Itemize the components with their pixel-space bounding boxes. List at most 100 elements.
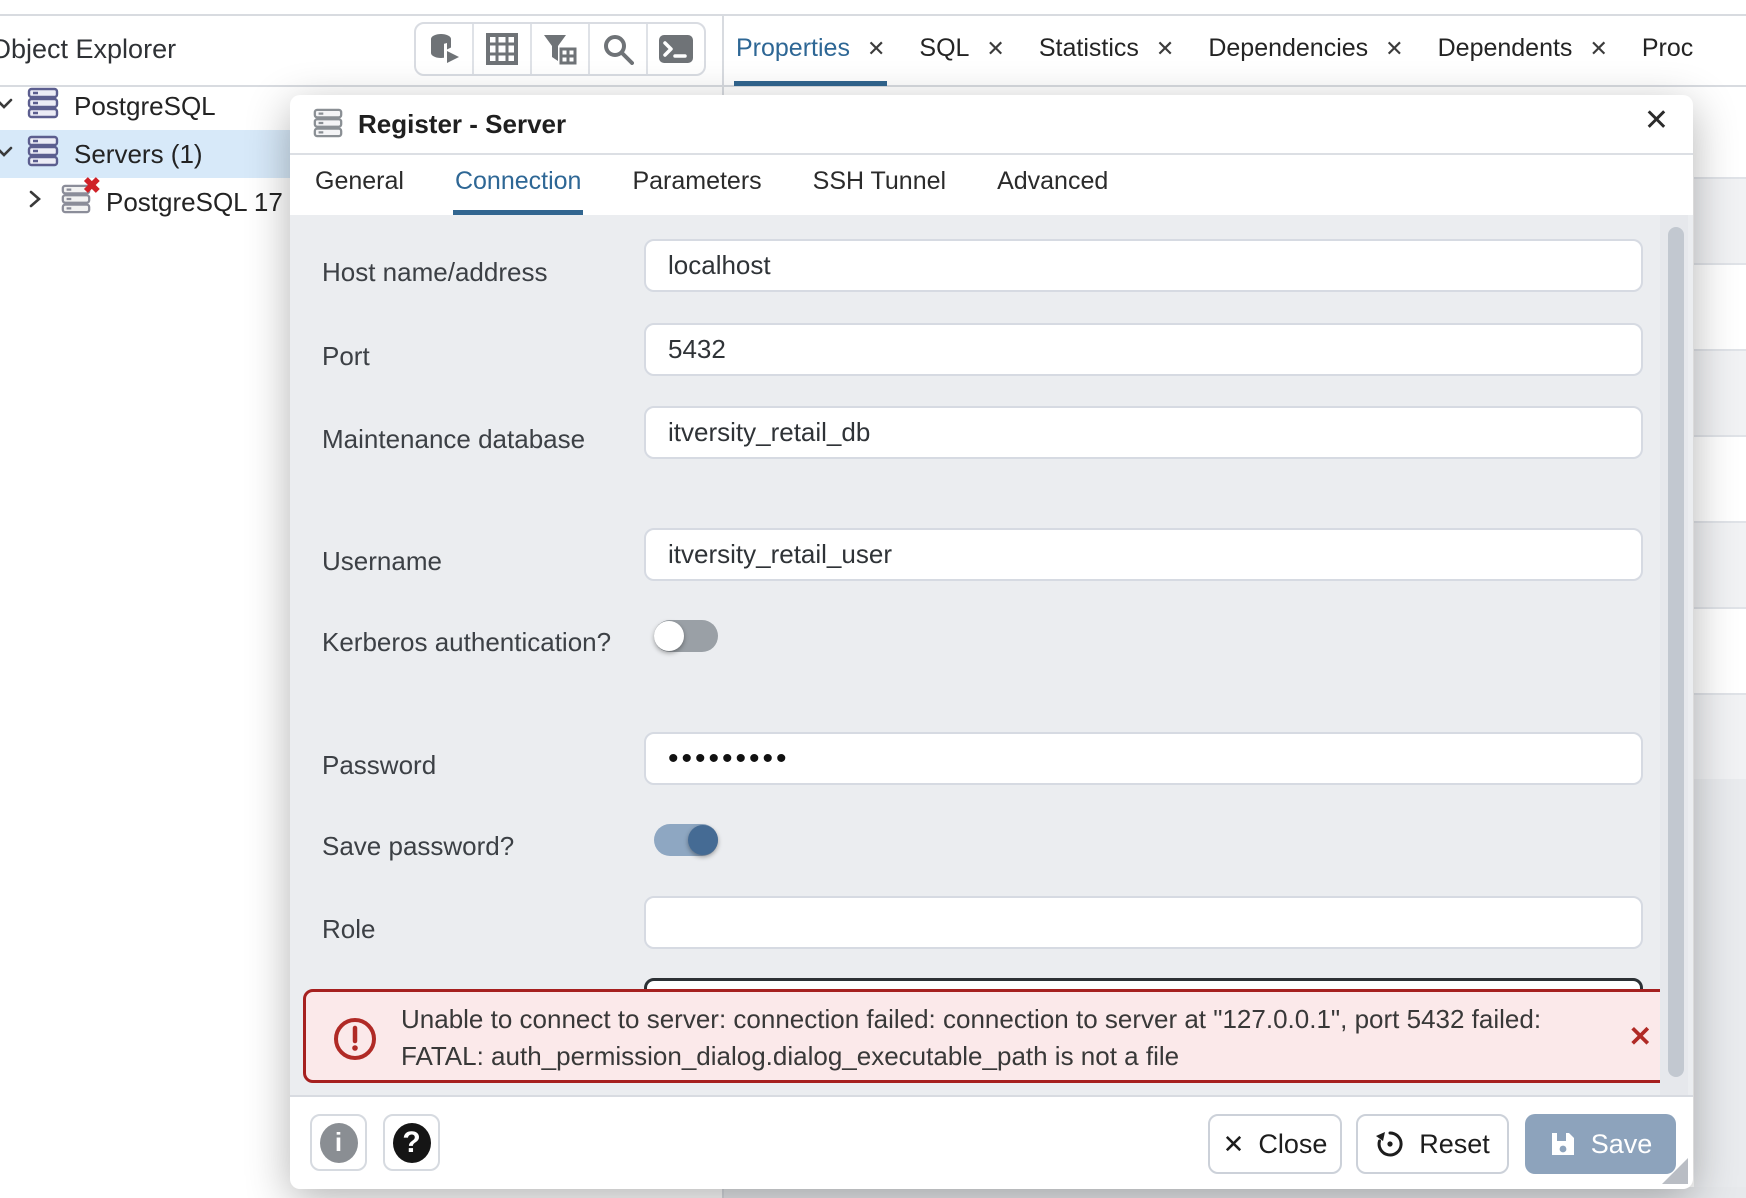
- error-message: Unable to connect to server: connection …: [401, 1001, 1541, 1075]
- dialog-tab-advanced[interactable]: Advanced: [995, 153, 1110, 215]
- dialog-header: Register - Server ✕: [290, 95, 1693, 155]
- object-explorer-title: Object Explorer: [0, 34, 176, 65]
- tree-item-label[interactable]: Servers (1): [74, 139, 203, 170]
- server-group-icon: [26, 134, 60, 175]
- tab-statistics[interactable]: Statistics ✕: [1037, 16, 1176, 86]
- search-button[interactable]: [588, 24, 646, 74]
- close-icon[interactable]: ✕: [1589, 36, 1607, 62]
- tab-label: Properties: [736, 34, 850, 63]
- dialog-title: Register - Server: [358, 109, 566, 140]
- tree-item-label[interactable]: PostgreSQL 17: [106, 187, 283, 218]
- dialog-close-icon[interactable]: ✕: [1644, 103, 1669, 138]
- reset-button-label: Reset: [1419, 1129, 1490, 1160]
- dialog-footer: i ? ✕ Close Reset Save: [290, 1095, 1693, 1189]
- save-button-label: Save: [1591, 1129, 1653, 1160]
- close-x-icon: ✕: [1223, 1129, 1245, 1160]
- password-label: Password: [322, 745, 632, 785]
- tab-label: Proc: [1642, 34, 1693, 63]
- save-button[interactable]: Save: [1525, 1114, 1676, 1174]
- server-icon: [312, 106, 344, 145]
- browser-toolbar: [414, 22, 706, 76]
- role-input[interactable]: [644, 896, 1643, 949]
- chevron-down-icon[interactable]: [0, 139, 16, 170]
- error-alert-icon: [332, 1016, 378, 1067]
- close-icon[interactable]: ✕: [1385, 36, 1403, 62]
- dialog-scrollbar-thumb[interactable]: [1668, 227, 1684, 1077]
- close-icon[interactable]: ✕: [867, 36, 885, 62]
- port-value: 5432: [668, 334, 726, 365]
- server-disconnected-icon: ✖: [60, 183, 92, 222]
- reset-icon: [1375, 1129, 1405, 1159]
- username-value: itversity_retail_user: [668, 539, 892, 570]
- toggle-knob: [688, 825, 718, 855]
- save-password-label: Save password?: [322, 826, 632, 866]
- close-icon[interactable]: ✕: [986, 36, 1004, 62]
- maintenance-db-value: itversity_retail_db: [668, 417, 870, 448]
- maintenance-db-input[interactable]: itversity_retail_db: [644, 406, 1643, 459]
- info-icon: i: [320, 1123, 358, 1163]
- tab-sql[interactable]: SQL ✕: [917, 16, 1006, 86]
- toggle-knob: [654, 621, 684, 651]
- reset-button[interactable]: Reset: [1356, 1114, 1509, 1174]
- close-icon[interactable]: ✕: [1156, 36, 1174, 62]
- dialog-tab-general[interactable]: General: [313, 153, 406, 215]
- main-tab-bar: Properties ✕ SQL ✕ Statistics ✕ Dependen…: [734, 16, 1746, 86]
- dialog-body: Host name/address localhost Port 5432 Ma…: [290, 215, 1693, 1095]
- dialog-tab-connection[interactable]: Connection: [453, 153, 583, 215]
- connection-error-banner: Unable to connect to server: connection …: [303, 989, 1685, 1083]
- port-label: Port: [322, 336, 632, 376]
- properties-panel-bg: [1694, 87, 1746, 1198]
- disconnected-x-badge: ✖: [83, 173, 101, 199]
- error-close-icon[interactable]: ✕: [1629, 1020, 1652, 1053]
- save-password-toggle[interactable]: [654, 824, 718, 856]
- port-input[interactable]: 5432: [644, 323, 1643, 376]
- password-value: •••••••••: [668, 742, 790, 776]
- tab-dependencies[interactable]: Dependencies ✕: [1206, 16, 1405, 86]
- tab-label: SQL: [919, 34, 969, 63]
- save-floppy-icon: [1549, 1130, 1577, 1158]
- chevron-down-icon[interactable]: [0, 91, 16, 122]
- table-grid-icon: [486, 33, 518, 65]
- password-input[interactable]: •••••••••: [644, 732, 1643, 785]
- tab-label: Dependencies: [1208, 34, 1368, 63]
- close-button[interactable]: ✕ Close: [1208, 1114, 1342, 1174]
- help-icon: ?: [393, 1123, 431, 1163]
- tree-item-label[interactable]: PostgreSQL: [74, 91, 216, 122]
- host-label: Host name/address: [322, 252, 632, 292]
- host-input[interactable]: localhost: [644, 239, 1643, 292]
- register-server-dialog: Register - Server ✕ General Connection P…: [290, 95, 1693, 1187]
- psql-tool-button[interactable]: [646, 24, 704, 74]
- view-data-button[interactable]: [416, 24, 472, 74]
- server-group-icon: [26, 86, 60, 127]
- username-label: Username: [322, 541, 632, 581]
- sql-info-button[interactable]: i: [310, 1114, 367, 1171]
- username-input[interactable]: itversity_retail_user: [644, 528, 1643, 581]
- kerberos-toggle[interactable]: [654, 620, 718, 652]
- dialog-resize-handle[interactable]: [1662, 1158, 1688, 1184]
- chevron-right-icon[interactable]: [24, 187, 46, 218]
- pgadmin-window: Object Explorer: [0, 0, 1746, 1198]
- panel-divider: [722, 16, 724, 95]
- dialog-tab-ssh-tunnel[interactable]: SSH Tunnel: [811, 153, 948, 215]
- tab-dependents[interactable]: Dependents ✕: [1436, 16, 1610, 86]
- close-button-label: Close: [1258, 1129, 1327, 1160]
- kerberos-label: Kerberos authentication?: [322, 622, 632, 662]
- database-view-icon: [427, 33, 461, 65]
- tab-properties[interactable]: Properties ✕: [734, 16, 887, 86]
- dialog-tab-parameters[interactable]: Parameters: [630, 153, 763, 215]
- tab-label: Dependents: [1438, 34, 1573, 63]
- role-label: Role: [322, 909, 632, 949]
- maintenance-db-label: Maintenance database: [322, 419, 632, 459]
- error-line-1: Unable to connect to server: connection …: [401, 1001, 1541, 1038]
- host-value: localhost: [668, 250, 771, 281]
- filter-icon: [543, 33, 577, 65]
- filter-button[interactable]: [530, 24, 588, 74]
- dialog-tab-bar: General Connection Parameters SSH Tunnel…: [313, 153, 1110, 215]
- psql-terminal-icon: [658, 34, 694, 64]
- search-icon: [602, 33, 634, 65]
- tab-processes[interactable]: Proc: [1640, 16, 1695, 86]
- error-line-2: FATAL: auth_permission_dialog.dialog_exe…: [401, 1038, 1541, 1075]
- help-button[interactable]: ?: [383, 1114, 440, 1171]
- tab-label: Statistics: [1039, 34, 1139, 63]
- table-button[interactable]: [472, 24, 530, 74]
